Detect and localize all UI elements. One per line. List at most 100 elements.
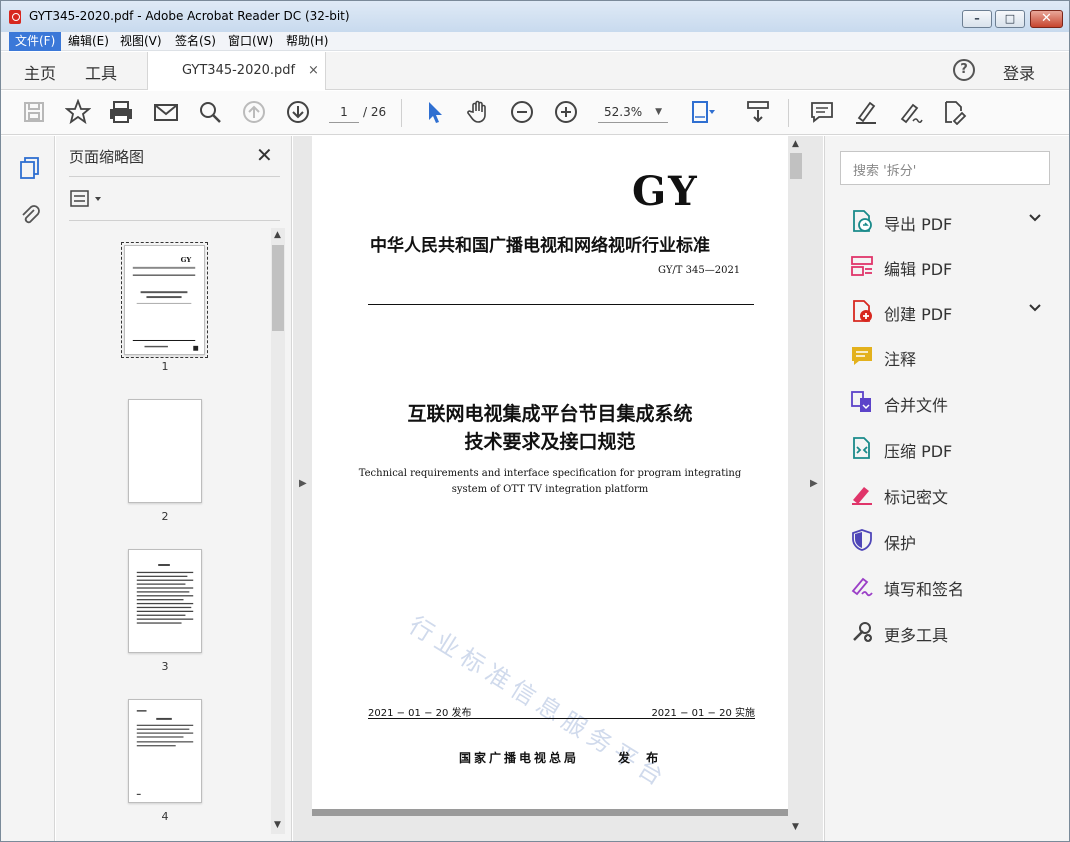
help-icon[interactable]: ? [953, 59, 975, 81]
highlight-icon[interactable] [853, 99, 879, 125]
page-thumbnail[interactable] [128, 549, 202, 653]
scroll-down-icon[interactable]: ▼ [792, 822, 799, 832]
fill-sign-icon [851, 577, 873, 597]
compress-pdf-icon [853, 437, 870, 459]
chevron-down-icon[interactable] [1028, 301, 1042, 315]
search-icon[interactable] [197, 99, 223, 125]
standard-category: 中华人民共和国广播电视和网络视听行业标准 [370, 236, 710, 256]
comment-icon[interactable] [809, 99, 835, 125]
tool-edit-pdf[interactable]: 编辑 PDF [825, 246, 1070, 286]
publish-date: 2021 − 01 − 20 发布 [368, 708, 472, 719]
sign-icon[interactable] [897, 99, 923, 125]
scroll-up-icon[interactable]: ▲ [274, 230, 281, 240]
maximize-icon: □ [1004, 12, 1016, 25]
thumbnail-panel-title: 页面缩略图 [69, 148, 145, 166]
page-number-input[interactable]: 1 [329, 101, 359, 123]
divider [69, 220, 280, 221]
menu-window[interactable]: 窗口(W) [222, 32, 279, 51]
comment-icon [852, 347, 872, 365]
tools-search-input[interactable]: 搜索 '拆分' [840, 151, 1050, 185]
page-thumbnail[interactable] [128, 699, 202, 803]
login-button[interactable]: 登录 [1003, 60, 1035, 84]
thumbnail-page-number: 2 [161, 510, 169, 523]
fit-page-icon[interactable] [689, 99, 715, 125]
hand-icon[interactable] [465, 99, 491, 125]
expand-right-panel-icon[interactable]: ▶ [810, 478, 818, 489]
zoom-level-value: 52.3% [604, 105, 643, 119]
tool-combine-files[interactable]: 合并文件 [825, 382, 1070, 422]
edit-pdf-icon [851, 256, 873, 276]
create-pdf-icon [853, 300, 872, 322]
toolbar-divider [401, 99, 402, 127]
standard-number: GY/T 345—2021 [658, 265, 741, 276]
select-cursor-icon[interactable] [422, 99, 448, 125]
navigation-rail [1, 136, 55, 841]
menu-help[interactable]: 帮助(H) [280, 32, 334, 51]
save-icon[interactable] [21, 99, 47, 125]
attachment-icon[interactable] [19, 203, 41, 227]
title-bar: GYT345-2020.pdf - Adobe Acrobat Reader D… [1, 1, 1069, 32]
menu-edit[interactable]: 编辑(E) [62, 32, 115, 51]
tool-redact[interactable]: 标记密文 [825, 474, 1070, 514]
main-toolbar: 1 / 26 52.3% ▼ [1, 91, 1069, 135]
thumbnail-scrollbar[interactable]: ▲ ▼ [271, 228, 285, 834]
menu-sign[interactable]: 签名(S) [169, 32, 222, 51]
tool-compress-pdf[interactable]: 压缩 PDF [825, 428, 1070, 468]
tool-create-pdf[interactable]: 创建 PDF [825, 291, 1070, 331]
protect-icon [852, 529, 872, 551]
minimize-button[interactable]: – [962, 10, 992, 28]
zoom-in-icon[interactable] [553, 99, 579, 125]
zoom-level-select[interactable]: 52.3% ▼ [598, 101, 668, 123]
english-title: Technical requirements and interface spe… [358, 468, 742, 495]
document-title-line1: 互联网电视集成平台节目集成系统 [407, 403, 693, 425]
document-scrollbar[interactable]: ▲ ▼ [788, 136, 804, 841]
scroll-mode-icon[interactable] [745, 99, 771, 125]
tool-export-pdf[interactable]: 导出 PDF [825, 201, 1070, 241]
tab-home[interactable]: 主页 [24, 60, 56, 84]
toolbar-divider [788, 99, 789, 127]
scrollbar-thumb[interactable] [272, 245, 284, 331]
tool-comment[interactable]: 注释 [825, 336, 1070, 376]
scroll-down-icon[interactable]: ▼ [274, 820, 281, 830]
maximize-button[interactable]: □ [995, 10, 1025, 28]
print-icon[interactable] [108, 99, 134, 125]
close-icon[interactable]: ✕ [256, 143, 273, 167]
scrollbar-thumb[interactable] [790, 153, 802, 179]
thumbnail-page-number: 3 [161, 660, 169, 673]
tool-label: 压缩 PDF [884, 442, 953, 461]
thumbnail-page-number: 1 [161, 360, 169, 373]
dates-row: 2021 − 01 − 20 发布 2021 − 01 − 20 实施 [368, 704, 755, 719]
chevron-down-icon[interactable] [1028, 211, 1042, 225]
tool-protect[interactable]: 保护 [825, 520, 1070, 560]
tab-tools[interactable]: 工具 [85, 60, 117, 84]
scroll-up-icon[interactable]: ▲ [792, 139, 799, 149]
page-up-icon[interactable] [241, 99, 267, 125]
thumbnail-options-button[interactable] [70, 190, 106, 208]
menu-file[interactable]: 文件(F) [9, 32, 62, 51]
star-icon[interactable] [64, 98, 92, 125]
expand-left-panel-icon[interactable]: ▶ [299, 478, 307, 489]
email-icon[interactable] [153, 99, 179, 125]
pdf-page: GY 中华人民共和国广播电视和网络视听行业标准 GY/T 345—2021 互联… [312, 136, 788, 812]
page-thumbnails-icon[interactable] [19, 156, 41, 180]
document-viewer[interactable]: ▶ GY 中华人民共和国广播电视和网络视听行业标准 GY/T 345—2021 … [293, 136, 823, 841]
tab-document[interactable]: GYT345-2020.pdf × [147, 52, 326, 90]
thumbnail-panel: 页面缩略图 ✕ GY 1 2 3 4 ▲ ▼ [56, 136, 292, 841]
page-thumbnail[interactable]: GY [121, 242, 208, 358]
tools-pane: 搜索 '拆分' 导出 PDF 编辑 PDF 创建 PDF 注释 合并文件 压缩 … [824, 136, 1069, 841]
page-thumbnail[interactable] [128, 399, 202, 503]
tool-label: 标记密文 [884, 488, 949, 507]
menu-view[interactable]: 视图(V) [114, 32, 168, 51]
effective-date: 2021 − 01 − 20 实施 [651, 708, 755, 719]
tool-fill-sign[interactable]: 填写和签名 [825, 566, 1070, 606]
page-down-icon[interactable] [285, 99, 311, 125]
zoom-out-icon[interactable] [509, 99, 535, 125]
close-tab-icon[interactable]: × [308, 63, 319, 78]
tool-label: 更多工具 [884, 626, 949, 645]
tool-more-tools[interactable]: 更多工具 [825, 612, 1070, 652]
close-window-button[interactable]: ✕ [1030, 10, 1063, 28]
acrobat-window: GYT345-2020.pdf - Adobe Acrobat Reader D… [0, 0, 1070, 842]
window-title: GYT345-2020.pdf - Adobe Acrobat Reader D… [29, 9, 350, 23]
edit-pdf-icon[interactable] [941, 99, 967, 126]
thumbnail-page-number: 4 [161, 810, 169, 823]
